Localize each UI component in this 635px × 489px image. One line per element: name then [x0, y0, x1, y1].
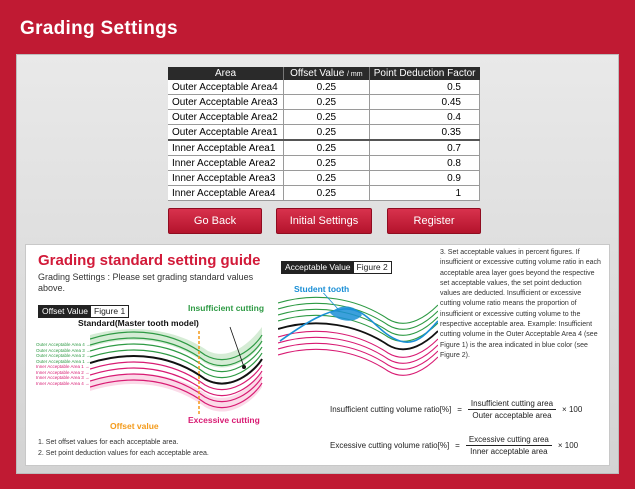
- offset-value-cell[interactable]: 0.25: [283, 109, 370, 125]
- figure1-tag: Offset Value Figure 1: [38, 305, 130, 318]
- figure1-tag-number: Figure 1: [91, 306, 129, 317]
- area-cell: Inner Acceptable Area2: [168, 155, 285, 171]
- guide-paragraph: 3. Set acceptable values in percent figu…: [440, 249, 601, 359]
- formula-numerator: Insufficient cutting area: [467, 399, 557, 410]
- col-offset-header: Offset Value / mm: [283, 67, 370, 80]
- deduction-factor-cell[interactable]: 0.45: [369, 94, 481, 110]
- col-offset-unit: / mm: [347, 71, 363, 78]
- offset-value-cell[interactable]: 0.25: [283, 170, 370, 186]
- col-area-header: Area: [168, 67, 285, 80]
- formula-multiplier: × 100: [562, 405, 583, 414]
- side-label: Outer Acceptable Area 2 →: [36, 353, 91, 358]
- area-cell: Inner Acceptable Area4: [168, 185, 285, 201]
- table-row: Inner Acceptable Area3 0.25 0.9: [168, 170, 481, 186]
- guide-note: 1. Set offset values for each acceptable…: [38, 439, 179, 446]
- guide-note: 2. Set point deduction values for each a…: [38, 450, 209, 457]
- initial-settings-button[interactable]: Initial Settings: [276, 208, 372, 234]
- table-row: Inner Acceptable Area1 0.25 0.7: [168, 139, 481, 156]
- area-cell: Outer Acceptable Area2: [168, 109, 285, 125]
- side-label: Inner Acceptable Area 1 →: [36, 364, 90, 369]
- side-label: Outer Acceptable Area 4 →: [36, 342, 91, 347]
- outer-area-lines: [278, 296, 438, 342]
- table-row: Outer Acceptable Area2 0.25 0.4: [168, 109, 481, 125]
- table-row: Outer Acceptable Area4 0.25 0.5: [168, 80, 481, 95]
- table-row: Outer Acceptable Area1 0.25 0.35: [168, 124, 481, 141]
- offset-value-cell[interactable]: 0.25: [283, 185, 370, 201]
- figure2-tag: Acceptable Value Figure 2: [281, 261, 392, 274]
- formula-equals: =: [455, 441, 460, 450]
- figure1-tag-label: Offset Value: [39, 306, 91, 317]
- area-side-labels: Outer Acceptable Area 4 → Outer Acceptab…: [36, 342, 91, 386]
- guide-subtitle: Grading Settings : Please set grading st…: [38, 272, 254, 293]
- table-row: Inner Acceptable Area2 0.25 0.8: [168, 155, 481, 171]
- standard-pointer-dot: [242, 365, 246, 369]
- area-cell: Outer Acceptable Area3: [168, 94, 285, 110]
- formula-fraction: Insufficient cutting area Outer acceptab…: [467, 399, 557, 420]
- excessive-cutting-label: Excessive cutting: [188, 415, 260, 425]
- figure2-diagram: [278, 293, 438, 376]
- go-back-button[interactable]: Go Back: [168, 208, 262, 234]
- page-title: Grading Settings: [20, 18, 178, 39]
- area-cell: Outer Acceptable Area4: [168, 80, 285, 95]
- formula-equals: =: [457, 405, 462, 414]
- area-cell: Outer Acceptable Area1: [168, 124, 285, 141]
- table-row: Inner Acceptable Area4 0.25 1: [168, 185, 481, 201]
- table-row: Outer Acceptable Area3 0.25 0.45: [168, 94, 481, 110]
- offset-value-cell[interactable]: 0.25: [283, 124, 370, 141]
- grading-table: Area Offset Value / mm Point Deduction F…: [168, 67, 481, 201]
- col-deduction-header: Point Deduction Factor: [369, 67, 480, 80]
- student-pointer: [322, 293, 339, 310]
- area-cell: Inner Acceptable Area1: [168, 139, 285, 156]
- side-label: Inner Acceptable Area 4 →: [36, 380, 90, 386]
- formula-label: Excessive cutting volume ratio[%]: [330, 441, 450, 450]
- figure1-diagram: [90, 326, 263, 415]
- deduction-factor-cell[interactable]: 0.7: [369, 139, 481, 156]
- deduction-factor-cell[interactable]: 0.5: [369, 80, 481, 95]
- area-cell: Inner Acceptable Area3: [168, 170, 285, 186]
- offset-value-cell[interactable]: 0.25: [283, 94, 370, 110]
- side-label: Inner Acceptable Area 3 →: [36, 375, 90, 380]
- offset-value-label: Offset value: [110, 421, 159, 431]
- deduction-factor-cell[interactable]: 0.35: [369, 124, 481, 141]
- excessive-ratio-formula: Excessive cutting volume ratio[%] = Exce…: [330, 435, 578, 456]
- insufficient-ratio-formula: Insufficient cutting volume ratio[%] = I…: [330, 399, 582, 420]
- formula-multiplier: × 100: [557, 441, 579, 450]
- register-button[interactable]: Register: [387, 208, 481, 234]
- deduction-factor-cell[interactable]: 0.4: [369, 109, 481, 125]
- figure2-tag-label: Acceptable Value: [282, 262, 354, 273]
- deduction-factor-cell[interactable]: 0.8: [369, 155, 481, 171]
- insufficient-cutting-label: Insufficient cutting: [188, 303, 265, 313]
- col-offset-label: Offset Value: [290, 68, 345, 79]
- offset-value-cell[interactable]: 0.25: [283, 155, 370, 171]
- formula-denominator: Outer acceptable area: [472, 411, 552, 420]
- formula-denominator: Inner acceptable area: [470, 447, 548, 456]
- settings-panel: Area Offset Value / mm Point Deduction F…: [16, 54, 619, 474]
- formula-numerator: Excessive cutting area: [465, 435, 552, 446]
- table-header-row: Area Offset Value / mm Point Deduction F…: [168, 67, 480, 80]
- deduction-factor-cell[interactable]: 0.9: [369, 170, 481, 186]
- deduction-factor-cell[interactable]: 1: [369, 185, 481, 201]
- guide-title: Grading standard setting guide: [38, 252, 261, 269]
- formula-fraction: Excessive cutting area Inner acceptable …: [465, 435, 552, 456]
- offset-value-cell[interactable]: 0.25: [283, 139, 370, 156]
- offset-value-cell[interactable]: 0.25: [283, 80, 370, 95]
- figure2-tag-number: Figure 2: [353, 262, 391, 273]
- grading-guide: Grading standard setting guide Grading S…: [25, 244, 610, 466]
- inner-area-lines: [278, 330, 438, 376]
- formula-label: Insufficient cutting volume ratio[%]: [330, 405, 452, 414]
